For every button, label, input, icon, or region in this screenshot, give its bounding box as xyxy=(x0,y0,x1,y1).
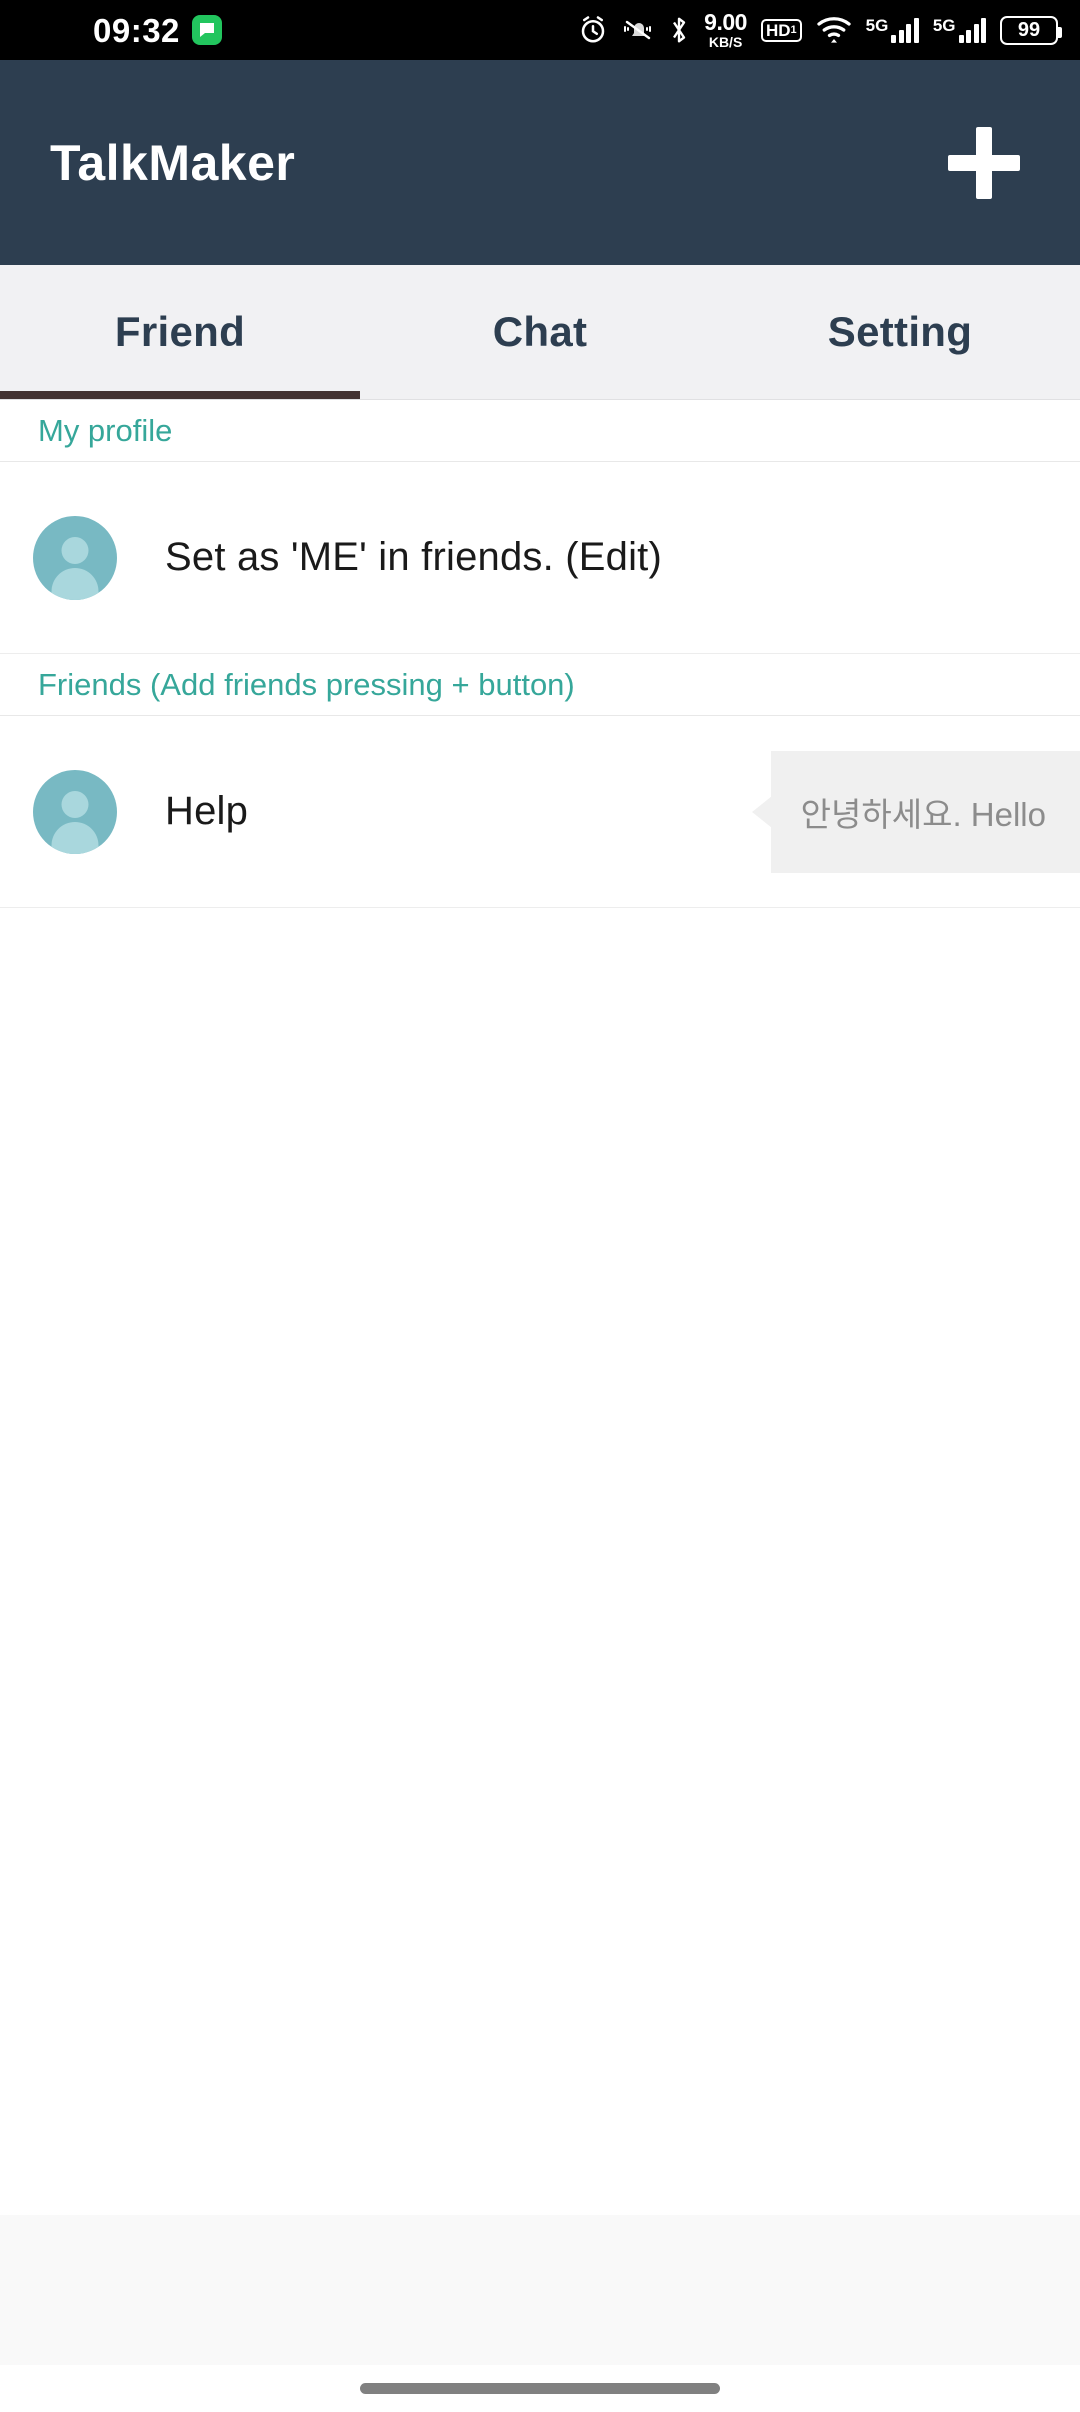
add-friend-button[interactable] xyxy=(940,119,1028,207)
status-bar-right: 9.00 KB/S HD 1 5G 5G 99 xyxy=(578,9,1062,50)
status-bar: 09:32 9.00 KB/S HD 1 5G 5G 99 xyxy=(0,0,1080,60)
avatar-body-shape xyxy=(51,567,99,600)
my-profile-name: Set as 'ME' in friends. (Edit) xyxy=(165,535,662,579)
sim1-network-label: 5G xyxy=(865,16,889,35)
app-title: TalkMaker xyxy=(50,134,296,191)
tab-chat-label: Chat xyxy=(492,308,588,355)
section-header-my-profile: My profile xyxy=(0,400,1080,462)
friend-list: My profile Set as 'ME' in friends. (Edit… xyxy=(0,400,1080,2412)
bell-mute-icon xyxy=(622,16,654,44)
avatar-head-shape xyxy=(61,790,89,818)
friend-row-help[interactable]: Help 안녕하세요. Hello xyxy=(0,716,1080,908)
tab-setting[interactable]: Setting xyxy=(720,265,1080,399)
message-icon xyxy=(191,15,222,45)
hd-sup: 1 xyxy=(790,23,797,36)
hd-voice-icon: HD 1 xyxy=(760,18,802,42)
avatar-head-shape xyxy=(61,536,89,564)
app-bar: TalkMaker xyxy=(0,60,1080,265)
sim2-signal-bars xyxy=(958,17,986,43)
home-gesture-pill[interactable] xyxy=(360,2383,720,2394)
section-header-my-profile-label: My profile xyxy=(38,412,173,448)
status-bar-clock: 09:32 xyxy=(93,11,180,49)
tab-bar: Friend Chat Setting xyxy=(0,265,1080,400)
hd-label: HD xyxy=(765,20,791,40)
sim2-signal-icon: 5G xyxy=(933,17,986,43)
sim2-network-label: 5G xyxy=(932,16,956,35)
default-avatar xyxy=(33,515,117,600)
default-avatar xyxy=(33,769,117,854)
tab-chat[interactable]: Chat xyxy=(360,265,720,399)
section-header-friends: Friends (Add friends pressing + button) xyxy=(0,654,1080,716)
battery-icon: 99 xyxy=(1000,15,1062,45)
system-navigation-bar xyxy=(0,2365,1080,2412)
sim1-signal-bars xyxy=(891,17,919,43)
alarm-clock-icon xyxy=(578,15,608,45)
network-speed-value: 9.00 xyxy=(704,9,747,35)
section-header-friends-label: Friends (Add friends pressing + button) xyxy=(38,666,575,702)
tab-setting-label: Setting xyxy=(827,308,973,355)
battery-percent: 99 xyxy=(1017,19,1041,41)
friend-name-help: Help xyxy=(165,789,249,833)
avatar-body-shape xyxy=(51,821,99,854)
tab-friend[interactable]: Friend xyxy=(0,265,360,399)
bluetooth-icon xyxy=(668,15,690,45)
wifi-icon xyxy=(816,15,852,45)
network-speed-indicator: 9.00 KB/S xyxy=(704,9,747,50)
phone-screen: 09:32 9.00 KB/S HD 1 5G 5G 99 TalkMaker … xyxy=(0,0,1080,2412)
friend-status-message-wrap: 안녕하세요. Hello xyxy=(770,750,1080,873)
friend-status-message-bubble: 안녕하세요. Hello xyxy=(770,750,1080,873)
network-speed-unit: KB/S xyxy=(708,34,743,50)
tab-friend-label: Friend xyxy=(114,308,246,355)
my-profile-row[interactable]: Set as 'ME' in friends. (Edit) xyxy=(0,462,1080,654)
sim1-signal-icon: 5G xyxy=(866,17,919,43)
ad-banner-area xyxy=(0,2215,1080,2365)
status-bar-left: 09:32 xyxy=(93,14,222,47)
